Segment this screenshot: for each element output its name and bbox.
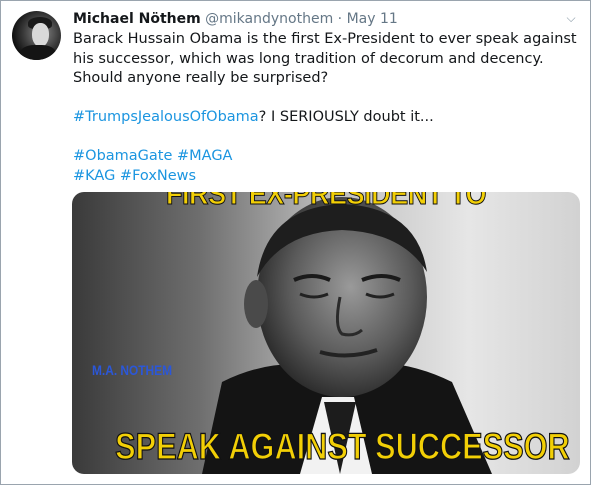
image-caption: SPEAK AGAINST SUCCESSOR: [115, 425, 571, 467]
tweet-text: Barack Hussain Obama is the first Ex-Pre…: [73, 30, 577, 187]
hashtag-link[interactable]: #TrumpsJealousOfObama: [73, 109, 259, 125]
author-name[interactable]: Michael Nöthem: [73, 11, 201, 27]
image-watermark: M.A. NOTHEM: [92, 362, 172, 378]
tweet-image[interactable]: FIRST EX-PRESIDENT TO M.A. NOTHEM SPEAK …: [72, 192, 580, 474]
tweet-line: Barack Hussain Obama is the first Ex-Pre…: [73, 31, 577, 47]
hashtag-link[interactable]: #FoxNews: [120, 168, 196, 184]
tweet-line: #ObamaGate #MAGA: [73, 147, 573, 167]
hashtag-link[interactable]: #KAG: [73, 168, 115, 184]
avatar-coat: [20, 45, 56, 60]
author-handle[interactable]: @mikandynothem: [205, 11, 333, 27]
tweet-text-fragment: ? I SERIOUSLY doubt it...: [258, 109, 434, 125]
tweet-header: Michael Nöthem @mikandynothem · May 11: [73, 9, 398, 29]
chevron-down-icon[interactable]: ⌵: [564, 11, 578, 25]
avatar[interactable]: [12, 11, 61, 60]
hashtag-link[interactable]: #MAGA: [177, 148, 232, 164]
meta-separator: ·: [333, 11, 347, 27]
tweet-line: his successor, which was long tradition …: [73, 50, 544, 67]
tweet-line: #KAG #FoxNews: [73, 167, 573, 187]
tweet-line: Should anyone really be surprised?: [73, 70, 329, 86]
hashtag-link[interactable]: #ObamaGate: [73, 148, 172, 164]
tweet-date[interactable]: May 11: [347, 11, 398, 27]
tweet-line: #TrumpsJealousOfObama? I SERIOUSLY doubt…: [73, 108, 573, 128]
image-top-text: FIRST EX-PRESIDENT TO: [165, 192, 487, 212]
avatar-face: [32, 23, 49, 47]
tweet-card[interactable]: Michael Nöthem @mikandynothem · May 11 ⌵…: [0, 0, 591, 485]
